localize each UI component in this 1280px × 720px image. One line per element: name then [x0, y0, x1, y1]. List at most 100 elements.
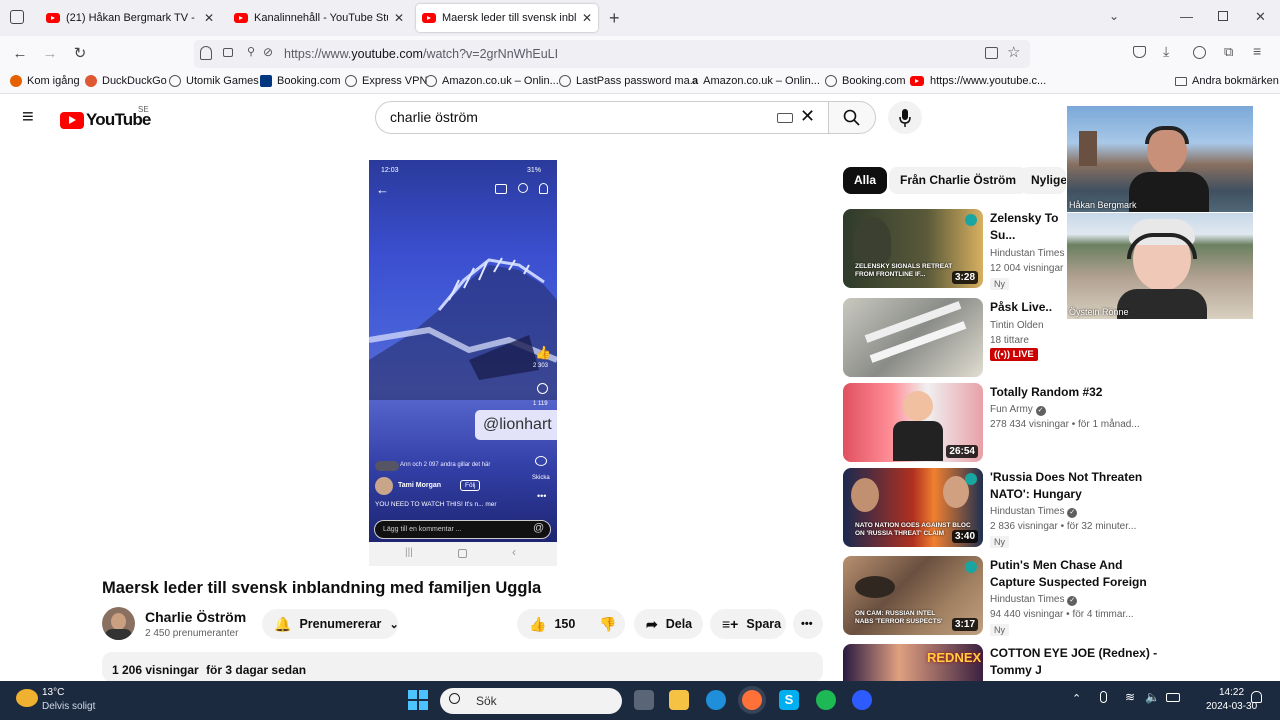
clock-date[interactable]: 2024-03-30: [1206, 701, 1257, 712]
more-actions-button[interactable]: •••: [793, 609, 823, 639]
phone-user-name: Tami Morgan: [398, 482, 442, 489]
share-button[interactable]: ➦ Dela: [634, 609, 703, 639]
account-icon[interactable]: [1193, 46, 1206, 59]
wifi-icon[interactable]: ≋: [1125, 690, 1135, 704]
shield-icon[interactable]: [200, 46, 212, 60]
related-thumbnail[interactable]: [843, 298, 983, 377]
related-channel[interactable]: Fun Army ✓: [990, 404, 1046, 416]
tracking-off-icon[interactable]: ⊘: [263, 45, 273, 59]
spotify-icon[interactable]: [816, 690, 836, 710]
like-icon[interactable]: 👍: [529, 616, 546, 633]
channel-avatar[interactable]: [102, 607, 135, 640]
dislike-icon[interactable]: 👎: [599, 616, 616, 633]
bookmark-star-icon[interactable]: ☆: [1007, 43, 1020, 61]
search-button[interactable]: [828, 101, 876, 134]
related-thumbnail[interactable]: REDNEX: [843, 644, 983, 681]
windows-start-icon[interactable]: [408, 690, 428, 710]
microphone-icon[interactable]: [1100, 691, 1107, 703]
task-view-icon[interactable]: [634, 690, 654, 710]
tab-hakan-bergmark-tv[interactable]: (21) Håkan Bergmark TV - YouTu ✕: [40, 4, 220, 32]
chevron-up-icon[interactable]: ⌃: [1072, 692, 1081, 705]
related-thumbnail[interactable]: ON CAM: RUSSIAN INTEL NABS 'TERROR SUSPE…: [843, 556, 983, 635]
related-thumbnail[interactable]: ZELENSKY SIGNALS RETREAT FROM FRONTLINE …: [843, 209, 983, 288]
keyboard-icon[interactable]: [777, 113, 793, 123]
hamburger-menu-icon[interactable]: ≡: [22, 106, 34, 129]
other-bookmarks[interactable]: Andra bokmärken: [1175, 75, 1279, 87]
subscribe-button[interactable]: 🔔 Prenumererar ⌄: [262, 609, 399, 639]
related-title[interactable]: Zelensky To Su... Ukrainian Pres...: [990, 210, 1068, 244]
bookmark-item[interactable]: Booking.com: [260, 75, 341, 87]
menu-icon[interactable]: ≡: [1253, 43, 1261, 59]
lock-icon[interactable]: [223, 48, 233, 57]
bookmark-item[interactable]: Express VPN: [345, 75, 427, 87]
related-channel[interactable]: Tintin Olden: [990, 320, 1044, 331]
youtube-logo[interactable]: YouTube SE: [60, 105, 151, 130]
close-tab-icon[interactable]: ✕: [394, 11, 404, 25]
weather-description[interactable]: Delvis soligt: [42, 701, 95, 712]
bookmark-item[interactable]: LastPass password ma...: [559, 75, 699, 87]
downloads-icon[interactable]: ⤓: [1163, 43, 1169, 60]
related-thumbnail[interactable]: 26:54: [843, 383, 983, 462]
weather-icon[interactable]: [16, 689, 38, 707]
chip-from-channel[interactable]: Från Charlie Öström: [889, 167, 1028, 194]
weather-temp[interactable]: 13°C: [42, 687, 64, 698]
new-tab-icon[interactable]: +: [609, 8, 620, 29]
firefox-icon[interactable]: [742, 690, 762, 710]
bookmark-item[interactable]: a Amazon.co.uk – Onlin...: [692, 75, 820, 87]
speaker-icon[interactable]: 🔈: [1145, 690, 1160, 704]
save-button[interactable]: ≡+ Spara: [710, 609, 786, 639]
clear-search-icon[interactable]: ✕: [800, 106, 815, 127]
tab-list-icon[interactable]: [10, 10, 24, 24]
taskbar-search-input[interactable]: Sök: [440, 688, 622, 714]
skype-icon[interactable]: S: [779, 690, 799, 710]
like-count[interactable]: 150: [554, 617, 575, 631]
maximize-icon[interactable]: [1218, 11, 1228, 21]
related-title[interactable]: COTTON EYE JOE (Rednex) - Tommy J: [990, 645, 1160, 679]
tab-youtube-studio[interactable]: Kanalinnehåll - YouTube Studio ✕: [228, 4, 410, 32]
thumbnail-shape: [893, 421, 943, 461]
bookmark-item[interactable]: https://www.youtube.c...: [910, 75, 1046, 87]
voice-search-button[interactable]: [888, 101, 922, 134]
back-arrow-icon[interactable]: ←: [10, 44, 30, 64]
related-channel[interactable]: Hindustan Times ✓: [990, 506, 1078, 518]
bookmark-item[interactable]: DuckDuckGo: [85, 75, 167, 87]
battery-icon[interactable]: [1166, 693, 1180, 702]
close-tab-icon[interactable]: ✕: [204, 11, 214, 25]
permissions-icon[interactable]: ⚲: [247, 45, 255, 58]
reader-view-icon[interactable]: [985, 47, 998, 59]
window-close-icon[interactable]: ✕: [1255, 9, 1266, 25]
pocket-icon[interactable]: [1133, 46, 1146, 58]
forward-arrow-icon[interactable]: →: [40, 44, 60, 64]
related-channel[interactable]: Hindustan Times ✓: [990, 594, 1078, 606]
clock-time[interactable]: 14:22: [1219, 687, 1244, 698]
bookmark-item[interactable]: Utomik Games: [169, 75, 259, 87]
reload-icon[interactable]: ↻: [70, 44, 90, 64]
description-box[interactable]: 1 206 visningar för 3 dagar sedan: [102, 652, 823, 682]
bookmark-item[interactable]: Booking.com: [825, 75, 906, 87]
tab-maersk-video[interactable]: Maersk leder till svensk inblandn ✕: [416, 4, 598, 32]
chevron-down-icon[interactable]: ⌄: [1109, 9, 1119, 23]
related-thumbnail[interactable]: NATO NATION GOES AGAINST BLOC ON 'RUSSIA…: [843, 468, 983, 547]
chip-recent[interactable]: Nyligen: [1020, 167, 1066, 194]
related-title[interactable]: Totally Random #32: [990, 384, 1160, 401]
related-title[interactable]: 'Russia Does Not Threaten NATO': Hungary…: [990, 469, 1160, 503]
verified-icon: ✓: [1067, 508, 1078, 518]
file-explorer-icon[interactable]: [669, 690, 689, 710]
channel-name[interactable]: Charlie Öström: [145, 609, 246, 625]
bookmark-item[interactable]: Amazon.co.uk – Onlin...: [425, 75, 559, 87]
edge-icon[interactable]: [706, 690, 726, 710]
minimize-icon[interactable]: —: [1180, 9, 1193, 24]
notification-bell-icon[interactable]: [1251, 691, 1262, 703]
url-text[interactable]: https://www.youtube.com/watch?v=2grNnWhE…: [284, 47, 558, 61]
video-player[interactable]: 12:03 31% ← 👍 2 303 1 119 @lionhart Skic…: [369, 160, 557, 542]
extensions-icon[interactable]: ⧉: [1224, 44, 1233, 60]
zoom-icon[interactable]: [852, 690, 872, 710]
chip-all[interactable]: Alla: [843, 167, 888, 194]
related-title[interactable]: Putin's Men Chase And Capture Suspected …: [990, 557, 1160, 591]
bookmark-item[interactable]: Kom igång: [10, 75, 80, 87]
related-channel[interactable]: Hindustan Times: [990, 248, 1064, 259]
search-input[interactable]: charlie öström: [375, 101, 828, 134]
close-tab-icon[interactable]: ✕: [582, 11, 592, 25]
search-icon: [518, 183, 528, 193]
phone-caption: YOU NEED TO WATCH THIS! It's n... mer: [375, 501, 497, 508]
